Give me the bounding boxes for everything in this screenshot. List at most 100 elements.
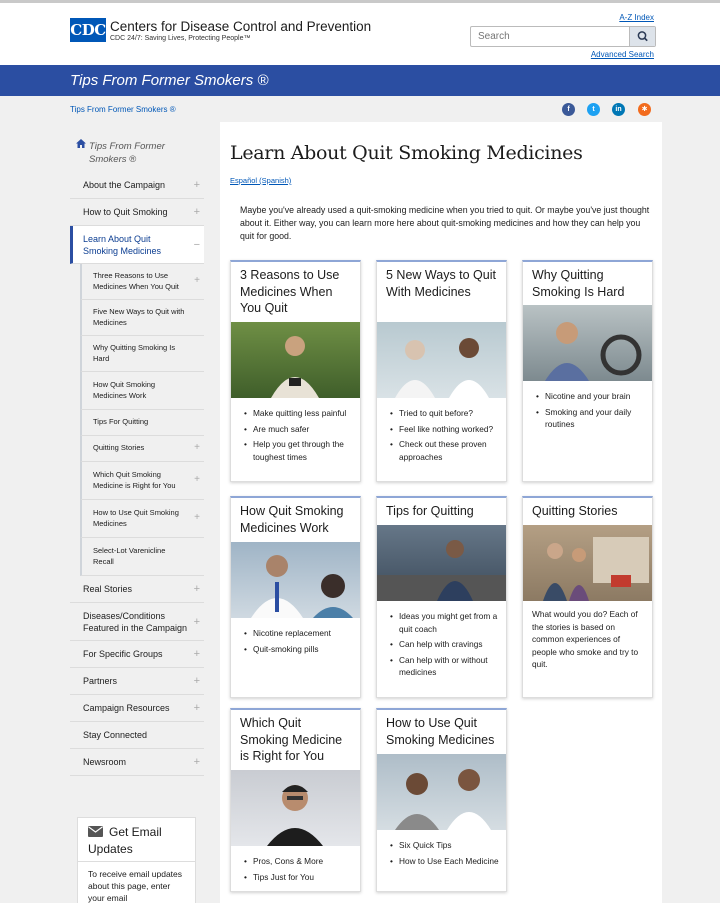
card-title[interactable]: Which Quit Smoking Medicine is Right for…: [231, 710, 360, 765]
card-quitting-stories[interactable]: Quitting Stories What would you do? Each …: [522, 496, 653, 698]
site-title[interactable]: Centers for Disease Control and Preventi…: [110, 19, 371, 34]
expand-icon[interactable]: +: [194, 443, 200, 454]
sidebar-item-newsroom[interactable]: Newsroom +: [70, 749, 204, 776]
sidebar-home-link[interactable]: Tips From Former Smokers ®: [70, 135, 204, 172]
linkedin-icon[interactable]: in: [612, 103, 625, 116]
sidebar-item-label: How to Quit Smoking: [83, 207, 168, 217]
card-bullet-list: Six Quick Tips How to Use Each Medicine: [377, 839, 506, 870]
card-title[interactable]: 3 Reasons to Use Medicines When You Quit: [231, 262, 360, 317]
search-input[interactable]: [471, 27, 629, 46]
card-bullet: Are much safer: [244, 423, 360, 436]
expand-icon[interactable]: +: [194, 475, 200, 486]
search-icon: [637, 31, 648, 42]
sidebar-item-label: Newsroom: [83, 757, 127, 767]
expand-icon[interactable]: +: [194, 276, 200, 287]
sidebar-item-tips-for-quitting[interactable]: Tips For Quitting: [80, 410, 204, 436]
advanced-search-link[interactable]: Advanced Search: [591, 50, 654, 59]
expand-icon[interactable]: +: [194, 648, 200, 660]
card-3-reasons-to-use-medicines-when-you-quit[interactable]: 3 Reasons to Use Medicines When You Quit…: [230, 260, 361, 482]
family-house-for-sale-image[interactable]: [523, 525, 652, 601]
card-bullet: Tips Just for You: [244, 871, 360, 884]
man-on-city-street-image[interactable]: [377, 525, 506, 601]
intro-text: Maybe you've already used a quit-smoking…: [240, 205, 650, 241]
sidebar-item-how-to-quit-smoking[interactable]: How to Quit Smoking +: [70, 199, 204, 226]
facebook-icon[interactable]: f: [562, 103, 575, 116]
card-tips-for-quitting[interactable]: Tips for Quitting Ideas you might get fro…: [376, 496, 507, 698]
sidebar-item-real-stories[interactable]: Real Stories +: [70, 576, 204, 603]
card-why-quitting-smoking-is-hard[interactable]: Why Quitting Smoking Is Hard Nicotine and…: [522, 260, 653, 482]
sidebar-item-learn-about-quit-smoking-medicines[interactable]: Learn About Quit Smoking Medicines −: [70, 226, 204, 264]
card-bullet: How to Use Each Medicine: [390, 855, 506, 868]
expand-icon[interactable]: +: [194, 583, 200, 595]
breadcrumb[interactable]: Tips From Former Smokers ®: [70, 105, 176, 114]
expand-icon[interactable]: +: [194, 702, 200, 714]
sidebar-item-diseases-conditions-featured-in-the-campaign[interactable]: Diseases/Conditions Featured in the Camp…: [70, 603, 204, 641]
spanish-link[interactable]: Español (Spanish): [230, 176, 291, 185]
sidebar-item-label: Three Reasons to Use Medicines When You …: [93, 271, 179, 291]
card-bullet-list: Tried to quit before? Feel like nothing w…: [377, 407, 506, 466]
card-bullet: Tried to quit before?: [390, 407, 506, 420]
card-description: What would you do? Each of the stories i…: [532, 609, 639, 669]
sidebar-item-label: For Specific Groups: [83, 649, 163, 659]
card-title[interactable]: Tips for Quitting: [377, 498, 506, 520]
main-content: Learn About Quit Smoking Medicines Españ…: [220, 122, 662, 903]
expand-icon[interactable]: +: [194, 675, 200, 687]
sidebar-item-why-quitting-smoking-is-hard[interactable]: Why Quitting Smoking Is Hard: [80, 336, 204, 372]
man-driving-car-image[interactable]: [523, 305, 652, 381]
card-bullet-list: Nicotine and your brain Smoking and your …: [523, 390, 652, 434]
card-bullet: Six Quick Tips: [390, 839, 506, 852]
collapse-icon[interactable]: −: [194, 239, 200, 251]
doctor-talking-to-patient-image[interactable]: [231, 542, 360, 618]
card-bullet: Quit-smoking pills: [244, 643, 360, 656]
woman-thinking-image[interactable]: [231, 770, 360, 846]
sidebar-item-label: Select-Lot Varenicline Recall: [93, 546, 166, 566]
search-button[interactable]: [629, 27, 655, 46]
sidebar-item-quitting-stories[interactable]: Quitting Stories +: [80, 436, 204, 462]
sidebar-item-partners[interactable]: Partners +: [70, 668, 204, 695]
expand-icon[interactable]: +: [194, 616, 200, 628]
sidebar-item-label: Real Stories: [83, 584, 133, 594]
pharmacist-at-counter-image[interactable]: [377, 754, 506, 830]
card-title[interactable]: 5 New Ways to Quit With Medicines: [377, 262, 506, 300]
sidebar-item-how-to-use-quit-smoking-medicines[interactable]: How to Use Quit Smoking Medicines +: [80, 500, 204, 538]
expand-icon[interactable]: +: [194, 756, 200, 768]
syndicate-icon[interactable]: ✱: [638, 103, 651, 116]
card-title[interactable]: How to Use Quit Smoking Medicines: [377, 710, 506, 748]
sidebar-item-stay-connected[interactable]: Stay Connected: [70, 722, 204, 749]
az-index-link[interactable]: A-Z Index: [619, 13, 654, 22]
sidebar-item-about-the-campaign[interactable]: About the Campaign +: [70, 172, 204, 199]
page-title: Learn About Quit Smoking Medicines: [230, 142, 583, 164]
breadcrumb-bar: Tips From Former Smokers ® f t in ✱: [0, 96, 720, 123]
card-bullet: Check out these proven approaches: [390, 438, 506, 463]
card-which-quit-smoking-medicine-is-right-for-you[interactable]: Which Quit Smoking Medicine is Right for…: [230, 708, 361, 892]
card-how-quit-smoking-medicines-work[interactable]: How Quit Smoking Medicines Work Nicotine …: [230, 496, 361, 698]
email-updates-title: Get Email Updates: [78, 818, 195, 862]
sidebar-item-select-lot-varenicline-recall[interactable]: Select-Lot Varenicline Recall: [80, 538, 204, 576]
sidebar-item-label: Quitting Stories: [93, 443, 145, 453]
expand-icon[interactable]: +: [194, 179, 200, 191]
card-bullet-list: Ideas you might get from a quit coach Can…: [377, 610, 506, 682]
card-how-to-use-quit-smoking-medicines[interactable]: How to Use Quit Smoking Medicines Six Qui…: [376, 708, 507, 892]
site-banner[interactable]: Tips From Former Smokers ®: [0, 65, 720, 96]
card-title[interactable]: Quitting Stories: [523, 498, 652, 520]
sidebar-item-label: Diseases/Conditions Featured in the Camp…: [83, 610, 188, 633]
sidebar-item-which-quit-smoking-medicine-is-right-for-you[interactable]: Which Quit Smoking Medicine is Right for…: [80, 462, 204, 500]
sidebar-item-label: Learn About Quit Smoking Medicines: [83, 233, 162, 256]
expand-icon[interactable]: +: [194, 513, 200, 524]
sidebar-item-campaign-resources[interactable]: Campaign Resources +: [70, 695, 204, 722]
sidebar-item-how-quit-smoking-medicines-work[interactable]: How Quit Smoking Medicines Work: [80, 372, 204, 410]
card-title[interactable]: How Quit Smoking Medicines Work: [231, 498, 360, 536]
card-5-new-ways-to-quit-with-medicines[interactable]: 5 New Ways to Quit With Medicines Tried t…: [376, 260, 507, 482]
sidebar-item-three-reasons-to-use-medicines-when-you-quit[interactable]: Three Reasons to Use Medicines When You …: [80, 264, 204, 300]
sidebar-item-five-new-ways-to-quit-with-medicines[interactable]: Five New Ways to Quit with Medicines: [80, 300, 204, 336]
card-bullet: Can help with cravings: [390, 638, 506, 651]
sidebar-item-for-specific-groups[interactable]: For Specific Groups +: [70, 641, 204, 668]
man-relaxing-in-grass-image[interactable]: [231, 322, 360, 398]
expand-icon[interactable]: +: [194, 206, 200, 218]
twitter-icon[interactable]: t: [587, 103, 600, 116]
sidebar-item-label: How Quit Smoking Medicines Work: [93, 380, 156, 400]
pharmacist-with-patient-image[interactable]: [377, 322, 506, 398]
cdc-logo[interactable]: CDC: [70, 18, 106, 42]
card-bullet-list: Make quitting less painful Are much safer…: [231, 407, 360, 466]
card-title[interactable]: Why Quitting Smoking Is Hard: [523, 262, 652, 300]
